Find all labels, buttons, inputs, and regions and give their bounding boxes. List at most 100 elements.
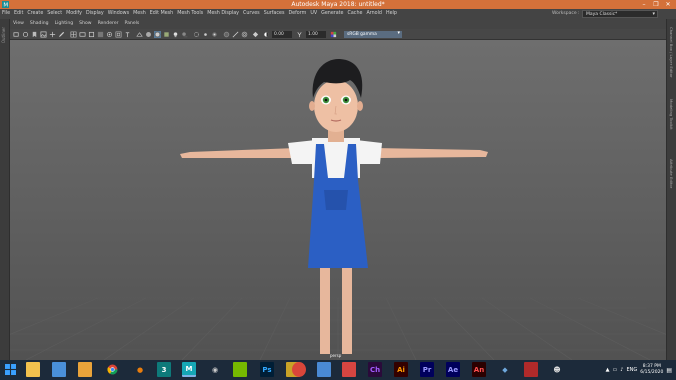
- exposure-field[interactable]: 0.00: [272, 31, 292, 38]
- xray-joints-icon[interactable]: [202, 31, 209, 38]
- panel-menu-show[interactable]: Show: [79, 21, 91, 26]
- windows-start-icon[interactable]: [3, 362, 17, 377]
- field-chart-icon[interactable]: [106, 31, 113, 38]
- outliner-tab-label: Outliner: [1, 27, 6, 44]
- network-icon[interactable]: ▭: [613, 367, 618, 373]
- paint-icon[interactable]: [78, 362, 92, 377]
- panel-menu-lighting[interactable]: Lighting: [55, 21, 74, 26]
- wireframe-icon[interactable]: [136, 31, 143, 38]
- obs-icon[interactable]: ◉: [208, 362, 222, 377]
- 3dsmax-icon[interactable]: 3: [157, 362, 171, 377]
- menu-create[interactable]: Create: [27, 11, 43, 16]
- gate-mask-icon[interactable]: [97, 31, 104, 38]
- menu-generate[interactable]: Generate: [321, 11, 343, 16]
- menu-surfaces[interactable]: Surfaces: [264, 11, 285, 16]
- film-gate-icon[interactable]: [79, 31, 86, 38]
- premiere-icon[interactable]: Pr: [420, 362, 434, 377]
- maya-icon[interactable]: M: [182, 362, 196, 377]
- menu-windows[interactable]: Windows: [108, 11, 129, 16]
- media-icon[interactable]: [292, 362, 306, 377]
- illustrator-icon[interactable]: Ai: [394, 362, 408, 377]
- system-tray: ▲ ▭ ♪ ENG 8:37 PM 6/15/2020 ▤: [606, 360, 672, 380]
- menu-curves[interactable]: Curves: [243, 11, 260, 16]
- file-explorer-icon[interactable]: [26, 362, 40, 377]
- bookmark-icon[interactable]: [31, 31, 38, 38]
- menu-modify[interactable]: Modify: [66, 11, 82, 16]
- gamma-icon[interactable]: [296, 31, 303, 38]
- aftereffects-icon[interactable]: Ae: [446, 362, 460, 377]
- menu-mesh-display[interactable]: Mesh Display: [207, 11, 239, 16]
- panel-menu-view[interactable]: View: [13, 21, 24, 26]
- menu-edit-mesh[interactable]: Edit Mesh: [150, 11, 173, 16]
- menu-select[interactable]: Select: [47, 11, 62, 16]
- menu-mesh-tools[interactable]: Mesh Tools: [177, 11, 203, 16]
- minimize-button[interactable]: –: [638, 0, 650, 9]
- modeling-toolkit-tab[interactable]: Modeling Toolkit: [669, 99, 674, 130]
- substance-icon[interactable]: [524, 362, 538, 377]
- people-icon[interactable]: ☻: [550, 362, 564, 377]
- menu-uv[interactable]: UV: [310, 11, 317, 16]
- smooth-shade-icon[interactable]: [145, 31, 152, 38]
- grease-pencil-icon[interactable]: [58, 31, 65, 38]
- blender-icon[interactable]: ●: [133, 362, 147, 377]
- main-menubar: File Edit Create Select Modify Display W…: [0, 9, 676, 19]
- clock[interactable]: 8:37 PM 6/15/2020: [640, 364, 663, 376]
- camera-label: persp: [330, 353, 342, 358]
- exposure-icon[interactable]: [263, 31, 270, 38]
- xray-active-icon[interactable]: [211, 31, 218, 38]
- anti-alias-icon[interactable]: [232, 31, 239, 38]
- shadows-icon[interactable]: [181, 31, 188, 38]
- view-transform-dropdown[interactable]: sRGB gamma ▾: [344, 30, 402, 38]
- panel-menu-renderer[interactable]: Renderer: [98, 21, 119, 26]
- panel-menu-shading[interactable]: Shading: [30, 21, 49, 26]
- mudbox-icon[interactable]: ◆: [498, 362, 512, 377]
- color-management-icon[interactable]: [330, 31, 337, 38]
- image-plane-icon[interactable]: [40, 31, 47, 38]
- resolution-gate-icon[interactable]: [88, 31, 95, 38]
- depth-of-field-icon[interactable]: [241, 31, 248, 38]
- wireframe-on-shaded-icon[interactable]: [154, 31, 161, 38]
- safe-action-icon[interactable]: [115, 31, 122, 38]
- menu-help[interactable]: Help: [386, 11, 397, 16]
- grid-icon[interactable]: [70, 31, 77, 38]
- safe-title-icon[interactable]: [124, 31, 131, 38]
- volume-icon[interactable]: ♪: [620, 367, 623, 373]
- photos-icon[interactable]: [52, 362, 66, 377]
- chrome-icon[interactable]: [105, 362, 119, 377]
- camera-attributes-icon[interactable]: [22, 31, 29, 38]
- gamma-field[interactable]: 1.00: [306, 31, 326, 38]
- menu-cache[interactable]: Cache: [348, 11, 363, 16]
- channel-box-tab[interactable]: Channel Box / Layer Editor: [669, 27, 674, 78]
- ambient-occlusion-icon[interactable]: [223, 31, 230, 38]
- perspective-viewport[interactable]: persp: [10, 40, 666, 360]
- select-camera-icon[interactable]: [13, 31, 20, 38]
- character-icon[interactable]: Ch: [368, 362, 382, 377]
- outlook-icon[interactable]: [342, 362, 356, 377]
- menu-deform[interactable]: Deform: [288, 11, 306, 16]
- xray-icon[interactable]: [193, 31, 200, 38]
- notes-icon[interactable]: [317, 362, 331, 377]
- menu-edit[interactable]: Edit: [14, 11, 23, 16]
- animate-icon[interactable]: An: [472, 362, 486, 377]
- menu-file[interactable]: File: [2, 11, 10, 16]
- attribute-editor-tab[interactable]: Attribute Editor: [669, 159, 674, 188]
- textured-icon[interactable]: [163, 31, 170, 38]
- gpu-icon[interactable]: [233, 362, 247, 377]
- two-d-pan-icon[interactable]: [49, 31, 56, 38]
- notifications-icon[interactable]: ▤: [666, 367, 672, 374]
- photoshop-icon[interactable]: Ps: [260, 362, 274, 377]
- panel-menu-panels[interactable]: Panels: [125, 21, 140, 26]
- menu-arnold[interactable]: Arnold: [366, 11, 382, 16]
- maximize-button[interactable]: ❐: [650, 0, 662, 9]
- language-indicator[interactable]: ENG: [626, 367, 637, 373]
- workspace-value: Maya Classic*: [586, 12, 618, 17]
- close-button[interactable]: ✕: [662, 0, 674, 9]
- window-title: Autodesk Maya 2018: untitled*: [291, 1, 385, 8]
- isolate-select-icon[interactable]: [252, 31, 259, 38]
- menu-mesh[interactable]: Mesh: [133, 11, 146, 16]
- outliner-side-tab[interactable]: Outliner: [0, 19, 10, 360]
- menu-display[interactable]: Display: [86, 11, 104, 16]
- show-hidden-icons-icon[interactable]: ▲: [606, 367, 610, 373]
- workspace-dropdown[interactable]: Maya Classic* ▾: [582, 10, 658, 18]
- lights-icon[interactable]: [172, 31, 179, 38]
